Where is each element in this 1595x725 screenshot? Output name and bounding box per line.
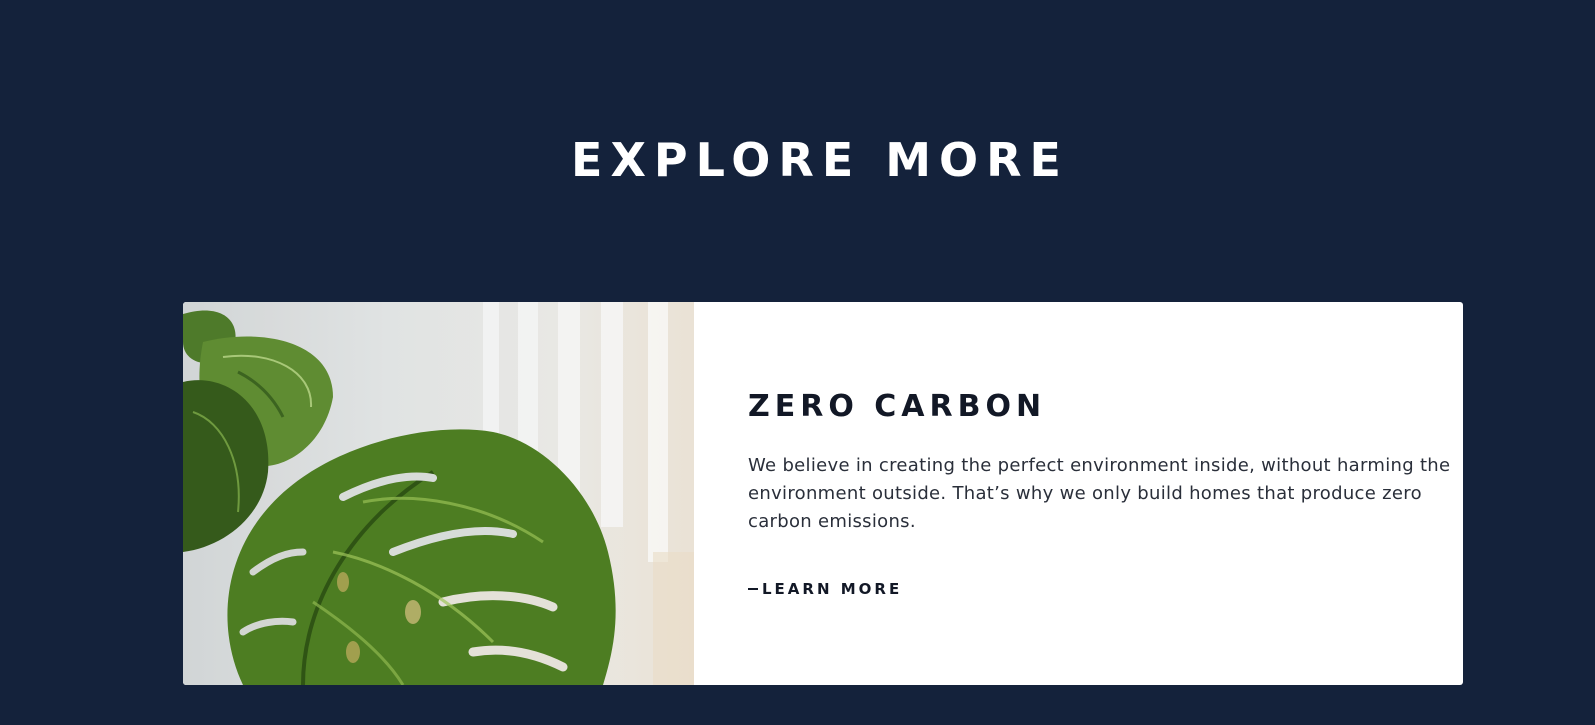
card-image xyxy=(183,302,694,685)
feature-card: ZERO CARBON We believe in creating the p… xyxy=(183,302,1463,685)
section-title: EXPLORE MORE xyxy=(571,133,1069,187)
learn-more-label: LEARN MORE xyxy=(762,580,903,598)
card-body: ZERO CARBON We believe in creating the p… xyxy=(694,302,1463,685)
monstera-leaf-image xyxy=(183,302,694,685)
card-description: We believe in creating the perfect envir… xyxy=(748,455,1451,532)
dash-icon xyxy=(748,588,758,590)
card-heading: ZERO CARBON xyxy=(748,389,1047,424)
learn-more-link[interactable]: LEARN MORE xyxy=(748,578,902,600)
